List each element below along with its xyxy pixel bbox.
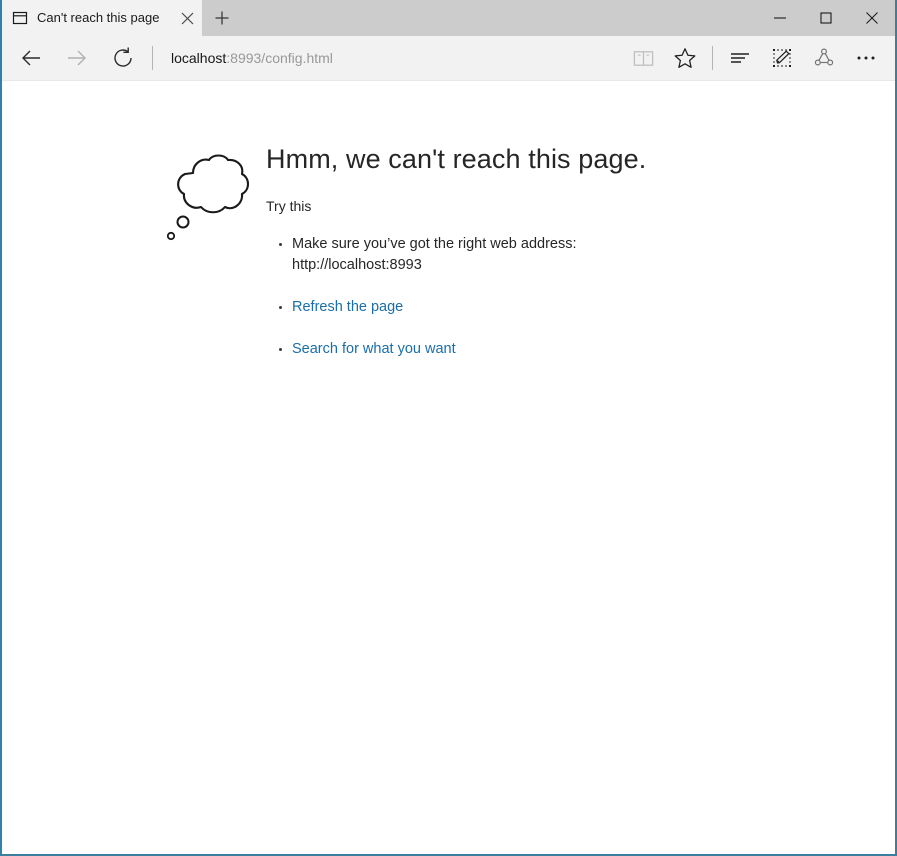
forward-button (54, 38, 100, 78)
address-bar[interactable]: localhost:8993/config.html (159, 38, 622, 78)
refresh-page-link[interactable]: Refresh the page (292, 299, 403, 315)
hub-lines-icon (731, 53, 749, 63)
share-icon (814, 48, 834, 66)
maximize-icon (820, 12, 832, 24)
new-tab-button[interactable] (202, 0, 242, 36)
tab-title: Can't reach this page (37, 10, 160, 25)
minimize-icon (774, 17, 786, 19)
tips-list: Make sure you’ve got the right web addre… (266, 234, 646, 360)
toolbar-separator-right (712, 46, 713, 70)
ellipsis-icon (857, 56, 875, 60)
try-this-label: Try this (266, 198, 312, 214)
toolbar-separator-left (152, 46, 153, 70)
tip-url: http://localhost:8993 (292, 257, 422, 273)
web-note-pencil-icon (773, 49, 791, 67)
back-arrow-icon (22, 50, 40, 66)
refresh-button[interactable] (100, 38, 146, 78)
book-icon (633, 50, 653, 66)
maximize-button[interactable] (803, 2, 849, 34)
browser-tab[interactable]: Can't reach this page (2, 0, 202, 36)
window-controls (757, 0, 895, 36)
tip-text: Make sure you’ve got the right web addre… (292, 236, 577, 252)
reading-view-button[interactable] (622, 38, 664, 78)
address-path: :8993/config.html (226, 50, 333, 66)
tab-close-icon[interactable] (172, 0, 202, 36)
browser-toolbar: localhost:8993/config.html (2, 36, 895, 81)
refresh-icon (114, 47, 132, 67)
search-link[interactable]: Search for what you want (292, 341, 456, 357)
plus-icon (215, 11, 229, 25)
page-icon (12, 10, 28, 26)
thought-bubble-cloud-icon (162, 143, 254, 256)
star-icon (674, 48, 696, 68)
list-item[interactable]: Search for what you want (266, 339, 646, 360)
close-button[interactable] (849, 2, 895, 34)
error-container: Hmm, we can't reach this page. Try this … (162, 143, 646, 381)
back-button[interactable] (8, 38, 54, 78)
tab-strip: Can't reach this page (2, 0, 895, 36)
hub-button[interactable] (719, 38, 761, 78)
more-button[interactable] (845, 38, 887, 78)
page-content: Hmm, we can't reach this page. Try this … (2, 81, 895, 854)
browser-window: Can't reach this page localhost:8993/co… (0, 0, 897, 856)
minimize-button[interactable] (757, 2, 803, 34)
close-icon (866, 12, 878, 24)
web-note-button[interactable] (761, 38, 803, 78)
forward-arrow-icon (68, 50, 86, 66)
favorites-button[interactable] (664, 38, 706, 78)
address-host: localhost (171, 50, 227, 66)
list-item[interactable]: Refresh the page (266, 297, 646, 318)
page-title: Hmm, we can't reach this page. (266, 144, 647, 174)
share-button[interactable] (803, 38, 845, 78)
error-text-block: Hmm, we can't reach this page. Try this … (266, 143, 646, 381)
list-item: Make sure you’ve got the right web addre… (266, 234, 646, 276)
